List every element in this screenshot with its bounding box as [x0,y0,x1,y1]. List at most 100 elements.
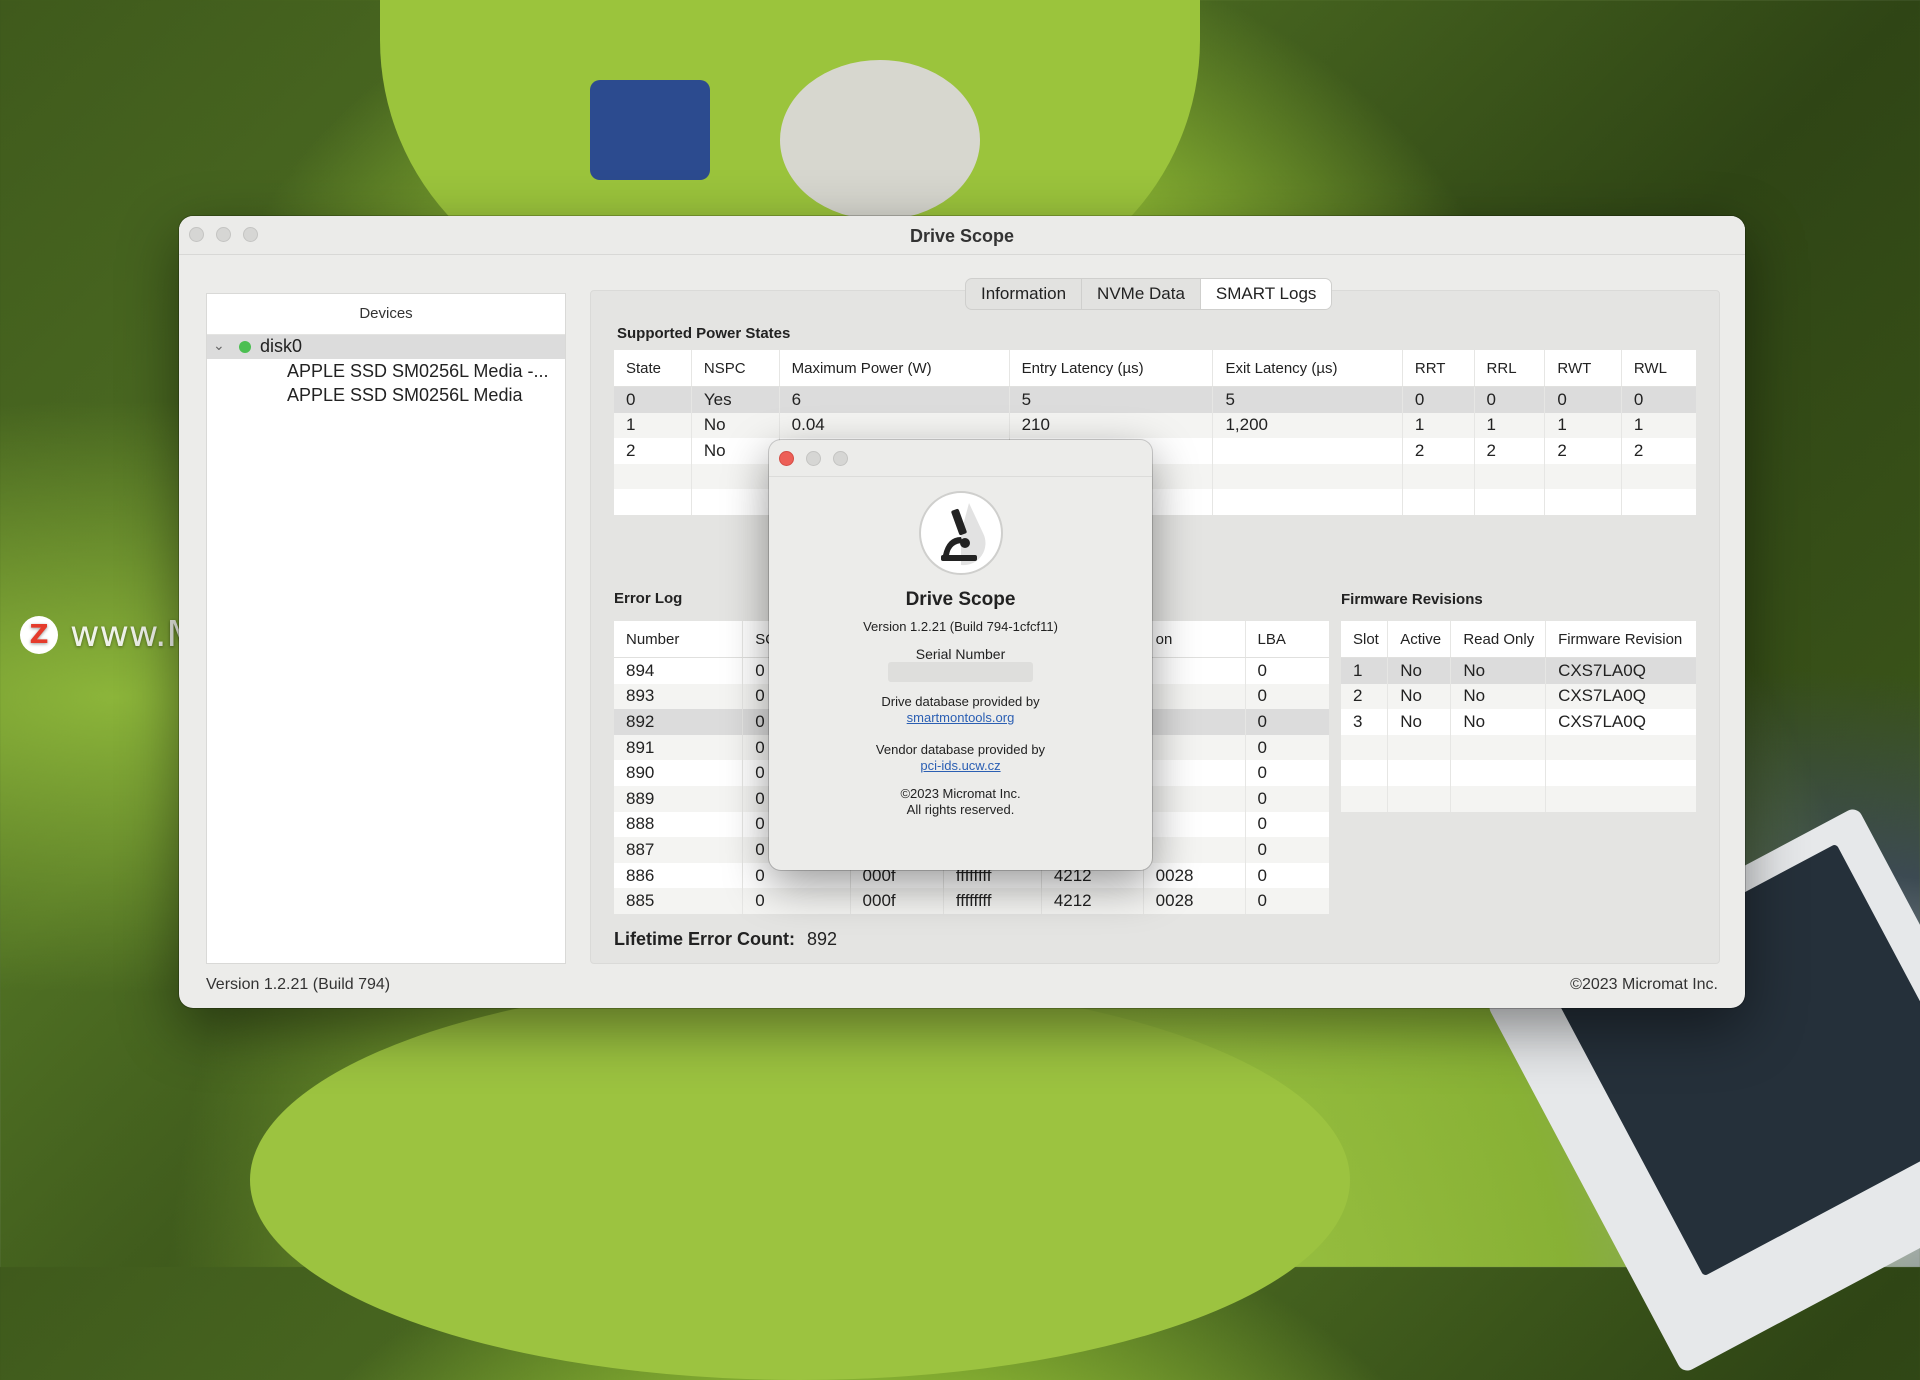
table-cell [1212,463,1403,490]
column-header[interactable]: NSPC [691,350,780,387]
table-cell [1450,760,1547,786]
table-cell [1621,489,1696,515]
table-cell [1545,785,1696,812]
table-cell: 0 [1257,865,1267,885]
table-cell: 890 [614,760,744,786]
column-header[interactable]: Number [614,621,744,658]
table-cell: 0 [1257,763,1267,783]
table-cell [1450,734,1547,761]
table-cell [1212,489,1403,515]
table-cell: CXS7LA0Q [1545,683,1696,710]
background-flash [780,60,980,220]
table-cell: 889 [614,785,744,812]
column-header[interactable]: Active [1387,621,1452,658]
table-cell: 887 [614,837,744,863]
table-row[interactable]: 885 0 000f ffffffff 4212 0028 0 [614,888,1329,914]
table-cell: 6 [779,386,1010,413]
tab-nvme-data[interactable]: NVMe Data [1082,279,1201,309]
table-cell: 0 [1402,386,1475,413]
table-cell [1143,760,1246,786]
about-close-button[interactable] [779,451,794,466]
devices-header: Devices [207,294,565,335]
column-header[interactable]: RWL [1621,350,1696,387]
column-header[interactable]: Exit Latency (µs) [1212,350,1403,387]
vendor-db-text: Vendor database provided by [875,742,1046,757]
table-cell [1143,785,1246,812]
table-row[interactable] [1341,734,1696,761]
lifetime-error-value: 892 [807,929,838,949]
window-title: Drive Scope [909,226,1015,246]
table-cell: 891 [614,734,744,761]
table-cell: 894 [614,657,744,684]
column-header[interactable]: on [1143,621,1246,658]
table-cell [1450,785,1547,812]
table-cell [1143,657,1246,684]
table-cell: 0 [614,386,692,413]
table-cell: 0.04 [779,412,1010,439]
table-row[interactable]: 1 No 0.04 210 1,200 1 1 1 1 [614,412,1696,439]
table-cell: 0 [1474,386,1546,413]
table-cell: 1,200 [1212,412,1403,439]
table-row[interactable] [1341,785,1696,812]
about-rights: All rights reserved. [906,802,1015,817]
table-cell: 0 [1257,814,1267,834]
about-minimize-button[interactable] [806,451,821,466]
table-cell [1474,489,1546,515]
table-cell: 3 [1341,709,1389,735]
table-cell: 885 [614,888,744,914]
column-header[interactable]: RRT [1402,350,1475,387]
table-cell: No [1450,683,1547,710]
table-cell [691,489,780,515]
device-row-media[interactable]: APPLE SSD SM0256L Media -... [207,359,565,383]
table-cell: 210 [1009,412,1214,439]
table-cell [1341,734,1389,761]
tab-smart-logs[interactable]: SMART Logs [1200,279,1332,309]
table-cell: 5 [1009,386,1214,413]
device-row-media[interactable]: APPLE SSD SM0256L Media [207,383,565,407]
table-cell: 2 [1633,440,1644,460]
column-header[interactable]: RRL [1474,350,1546,387]
table-row[interactable] [1341,760,1696,786]
table-row[interactable]: 2 No No CXS7LA0Q [1341,683,1696,710]
status-dot-icon [239,341,251,353]
table-cell: 0028 [1143,888,1246,914]
table-cell: 0 [1245,734,1329,761]
table-cell [1387,760,1452,786]
column-header[interactable]: RWT [1544,350,1622,387]
table-row[interactable]: 3 No No CXS7LA0Q [1341,709,1696,735]
table-cell [1143,734,1246,761]
table-cell: Yes [691,386,780,413]
column-header[interactable]: State [614,350,692,387]
about-version: Version 1.2.21 (Build 794-1cfcf11) [863,619,1058,634]
table-cell [1387,785,1452,812]
table-cell: 893 [614,683,744,710]
table-cell: ffffffff [943,888,1042,914]
pci-ids-link[interactable]: pci-ids.ucw.cz [920,758,1000,773]
chevron-down-icon[interactable]: ⌄ [213,337,225,354]
table-cell: No [1450,709,1547,735]
table-row[interactable]: 0 Yes 6 5 5 0 0 0 0 [614,386,1696,413]
window-titlebar: Drive Scope [179,216,1745,255]
column-header[interactable]: Maximum Power (W) [779,350,1010,387]
table-cell: 0 [742,888,851,914]
table-cell: 0 [1245,837,1329,863]
table-cell [1143,811,1246,838]
table-cell: No [1387,683,1452,710]
column-header[interactable]: Firmware Revision [1545,621,1696,658]
table-cell [1143,683,1246,710]
serial-number-label: Serial Number [915,646,1006,662]
table-cell [1545,734,1696,761]
smartmontools-link[interactable]: smartmontools.org [907,710,1015,725]
column-header[interactable]: LBA [1245,621,1329,658]
table-row[interactable]: 1 No No CXS7LA0Q [1341,657,1696,684]
background-lens [590,80,710,180]
about-zoom-button[interactable] [833,451,848,466]
table-cell: 2 [1402,438,1475,464]
table-cell: 0 [1245,785,1329,812]
column-header[interactable]: Entry Latency (µs) [1009,350,1214,387]
footer-version: Version 1.2.21 (Build 794) [206,976,391,993]
column-header[interactable]: Slot [1341,621,1389,658]
tab-information[interactable]: Information [966,279,1083,309]
column-header[interactable]: Read Only [1450,621,1547,658]
device-row-disk0[interactable]: ⌄ disk0 [207,335,565,359]
